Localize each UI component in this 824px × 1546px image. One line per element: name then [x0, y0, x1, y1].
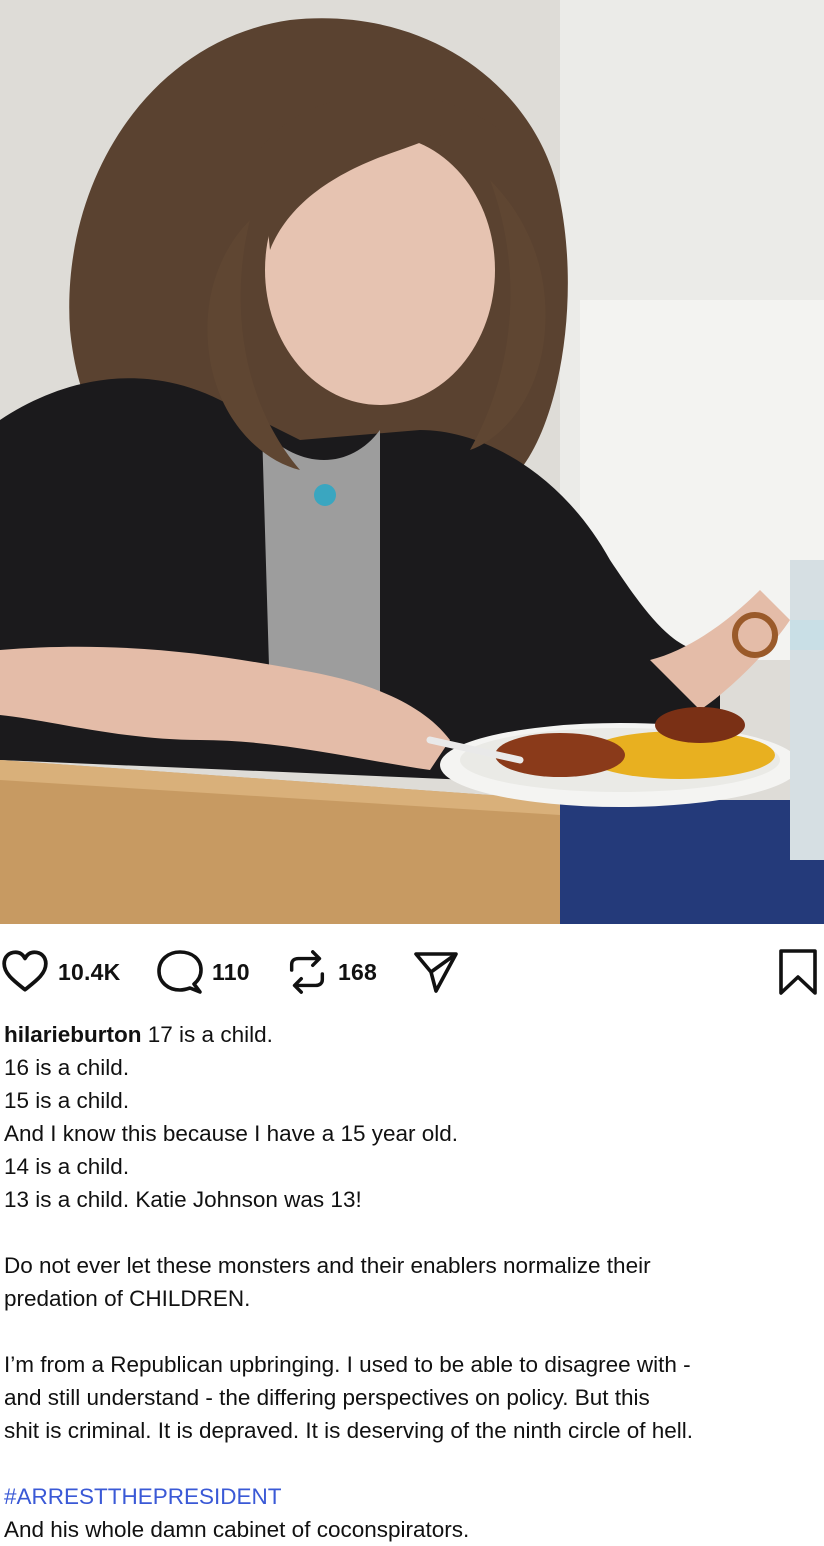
caption-paragraph-3-line-2: and still understand - the differing per…	[4, 1385, 650, 1410]
repost-icon	[289, 950, 325, 994]
action-bar: 10.4K 110 168	[0, 944, 824, 1000]
save-button[interactable]	[776, 944, 820, 1000]
comment-button[interactable]: 110	[156, 944, 250, 1000]
caption-closing: And his whole damn cabinet of coconspira…	[4, 1517, 470, 1542]
caption-line-1: hilarieburton 17 is a child.	[4, 1018, 820, 1051]
like-button[interactable]: 10.4K	[0, 944, 120, 1000]
caption-line-5: 14 is a child.	[4, 1154, 130, 1179]
caption-line-3: 15 is a child.	[4, 1088, 130, 1113]
post-photo[interactable]	[0, 0, 824, 924]
caption-paragraph-2-line-2: predation of CHILDREN.	[4, 1286, 251, 1311]
send-icon	[414, 952, 458, 993]
caption-line-2: 16 is a child.	[4, 1055, 130, 1080]
caption-line-6: 13 is a child. Katie Johnson was 13!	[4, 1187, 362, 1212]
caption-paragraph-3-line-1: I’m from a Republican upbringing. I used…	[4, 1352, 691, 1377]
repost-count: 168	[338, 958, 377, 985]
caption-line-4: And I know this because I have a 15 year…	[4, 1121, 459, 1146]
share-button[interactable]	[412, 944, 460, 1000]
username[interactable]: hilarieburton	[4, 1022, 142, 1047]
hashtag-link[interactable]: #ARRESTTHEPRESIDENT	[4, 1484, 282, 1509]
like-count: 10.4K	[58, 958, 121, 985]
photo-of-person-eating	[0, 0, 824, 924]
heart-icon	[2, 950, 48, 992]
comment-count: 110	[212, 958, 250, 985]
bookmark-icon	[779, 949, 817, 995]
repost-button[interactable]: 168	[284, 944, 377, 1000]
caption-paragraph-2-line-1: Do not ever let these monsters and their…	[4, 1253, 651, 1278]
caption-paragraph-3-line-3: shit is criminal. It is depraved. It is …	[4, 1418, 694, 1443]
post-caption: hilarieburton 17 is a child. 16 is a chi…	[4, 1018, 820, 1546]
caption-text: 17 is a child.	[147, 1022, 273, 1047]
comment-icon	[157, 950, 203, 994]
